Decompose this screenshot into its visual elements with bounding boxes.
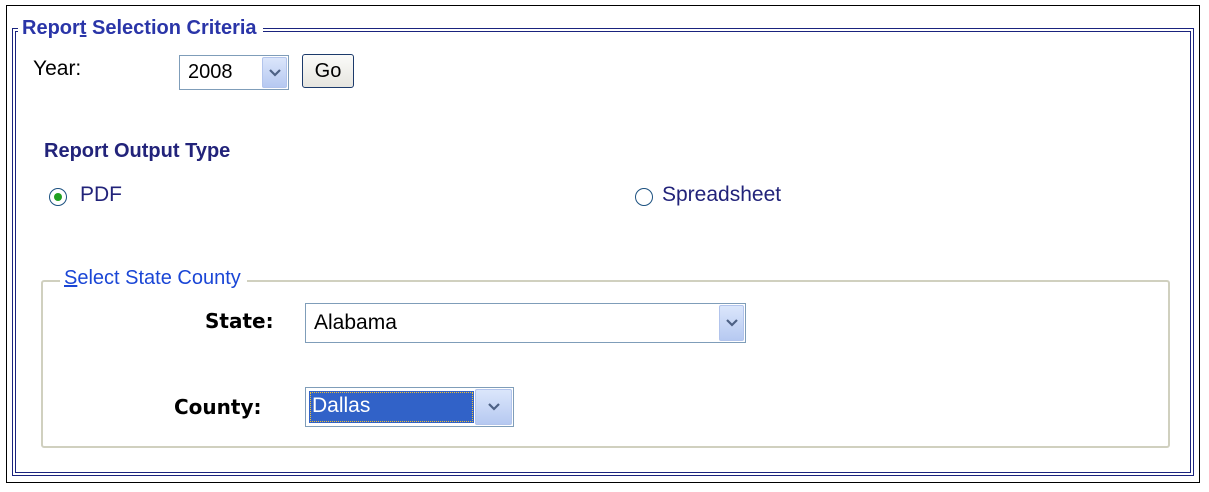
- pdf-radio[interactable]: [49, 188, 67, 206]
- chevron-down-icon: [268, 68, 281, 77]
- year-select-value: 2008: [188, 61, 233, 83]
- state-county-legend: Select State County: [60, 267, 247, 290]
- year-select[interactable]: 2008: [179, 55, 289, 90]
- go-button[interactable]: Go: [302, 54, 354, 88]
- legend-text-start: Repor: [22, 17, 80, 39]
- radio-checked-dot: [54, 193, 62, 201]
- report-selection-legend: Report Selection Criteria: [18, 15, 263, 41]
- report-output-type-heading: Report Output Type: [44, 140, 231, 162]
- state-dropdown-button[interactable]: [719, 305, 744, 341]
- county-select[interactable]: Dallas: [305, 387, 514, 427]
- spreadsheet-radio[interactable]: [635, 188, 653, 206]
- chevron-down-icon: [487, 403, 500, 411]
- state-select[interactable]: Alabama: [305, 303, 746, 343]
- legend-text-end: Selection Criteria: [86, 17, 257, 39]
- chevron-down-icon: [725, 319, 738, 327]
- year-label: Year:: [33, 57, 82, 80]
- county-select-value: Dallas: [312, 394, 371, 417]
- county-label: County:: [174, 395, 262, 419]
- state-label: State:: [205, 309, 274, 333]
- pdf-radio-label[interactable]: PDF: [80, 183, 122, 207]
- spreadsheet-radio-label[interactable]: Spreadsheet: [662, 183, 781, 207]
- county-dropdown-button[interactable]: [475, 389, 512, 425]
- state-select-value: Alabama: [314, 311, 397, 334]
- legend-text: elect State County: [77, 267, 241, 289]
- year-dropdown-button[interactable]: [262, 57, 287, 88]
- legend-accesskey: S: [64, 267, 78, 289]
